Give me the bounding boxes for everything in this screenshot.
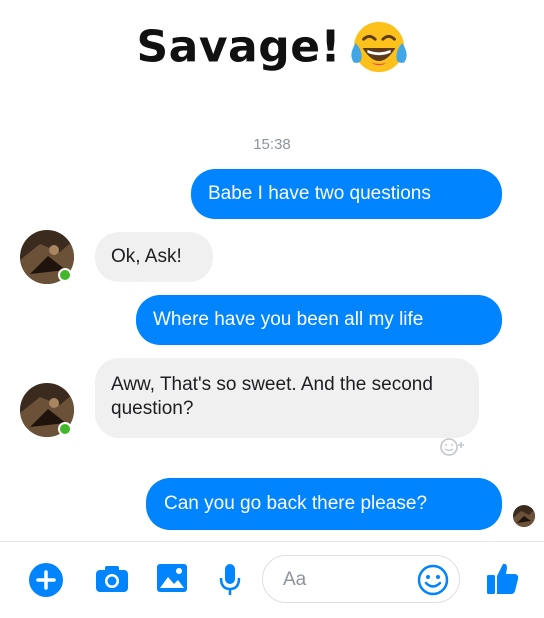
seen-avatar (513, 505, 535, 527)
photo-icon[interactable] (156, 563, 188, 593)
camera-icon[interactable] (95, 565, 129, 593)
meme-caption: Savage! (0, 18, 544, 76)
caption-text: Savage! (136, 21, 342, 73)
plus-icon[interactable] (29, 563, 63, 597)
online-status-dot (58, 268, 72, 282)
incoming-message[interactable]: Aww, That's so sweet. And the second que… (95, 358, 479, 438)
thumbs-up-icon[interactable] (484, 560, 520, 596)
microphone-icon[interactable] (218, 563, 242, 597)
emoji-icon[interactable] (417, 564, 449, 596)
online-status-dot (58, 422, 72, 436)
tears-of-joy-emoji (350, 21, 407, 73)
add-reaction-icon[interactable] (438, 436, 470, 458)
seen-avatar-image (513, 505, 535, 527)
outgoing-message[interactable]: Babe I have two questions (191, 169, 502, 219)
incoming-message[interactable]: Ok, Ask! (95, 232, 213, 282)
message-input-placeholder: Aa (283, 569, 307, 590)
outgoing-message[interactable]: Where have you been all my life (136, 295, 502, 345)
message-timestamp: 15:38 (253, 136, 291, 153)
outgoing-message[interactable]: Can you go back there please? (146, 478, 502, 530)
plus-glyph (36, 570, 56, 590)
